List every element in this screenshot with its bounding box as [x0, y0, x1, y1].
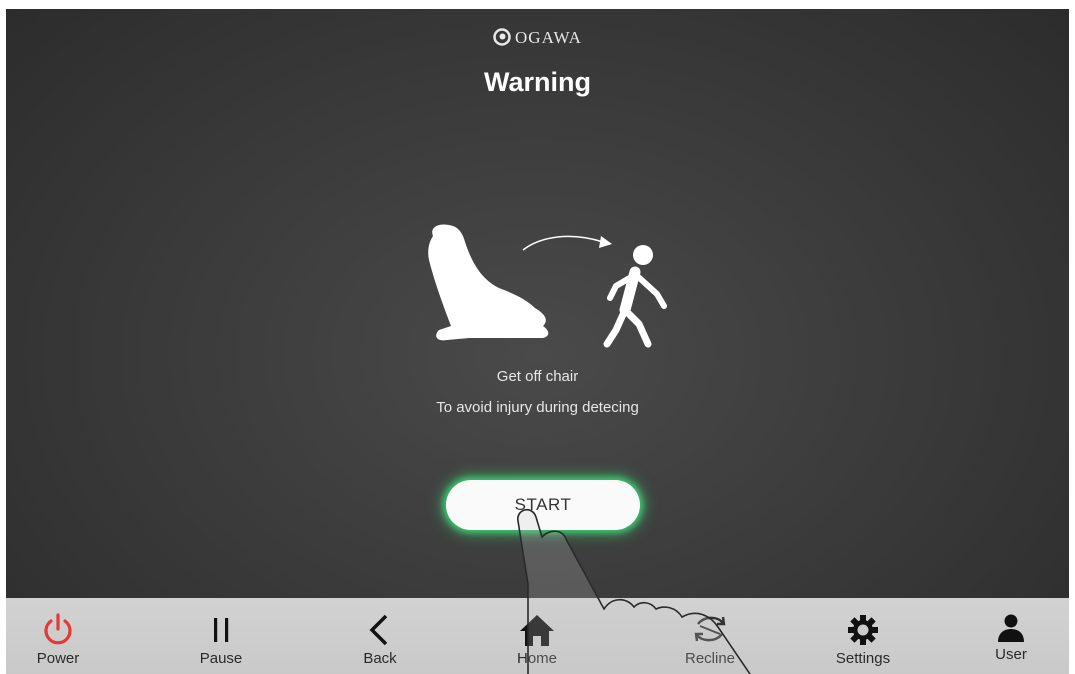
user-icon: [991, 612, 1031, 648]
nav-user-label: User: [995, 646, 1027, 663]
power-icon: [38, 612, 78, 648]
nav-back-label: Back: [363, 650, 397, 667]
nav-recline-button[interactable]: Recline: [645, 598, 775, 674]
ogawa-logo-icon: [493, 28, 511, 51]
nav-home-button[interactable]: Home: [472, 598, 602, 674]
arrow-icon: [522, 235, 612, 251]
get-off-chair-illustration: [411, 214, 681, 354]
massage-chair-icon: [428, 224, 549, 341]
nav-power-label: Power: [36, 650, 80, 667]
back-icon: [360, 612, 400, 648]
nav-home-label: Home: [516, 650, 557, 667]
nav-settings-button[interactable]: Settings: [798, 598, 928, 674]
home-icon: [517, 612, 557, 648]
instruction-line-1: Get off chair: [496, 368, 579, 385]
nav-user-button[interactable]: User: [946, 598, 1069, 674]
nav-power-button[interactable]: Power: [6, 598, 123, 674]
bottom-nav-bar: Power Pause Back Home Recline Settings U…: [6, 598, 1069, 674]
instruction-line-2: To avoid injury during detecing: [436, 399, 639, 416]
nav-settings-label: Settings: [835, 650, 891, 667]
nav-pause-button[interactable]: Pause: [156, 598, 286, 674]
nav-back-button[interactable]: Back: [315, 598, 445, 674]
pause-icon: [201, 612, 241, 648]
nav-pause-label: Pause: [199, 650, 243, 667]
brand-name: OGAWA: [515, 28, 582, 47]
recline-icon: [690, 612, 730, 648]
gear-icon: [843, 612, 883, 648]
page-title: Warning: [484, 67, 591, 97]
warning-screen: OGAWA Warning Get off chair To avoid inj…: [6, 9, 1069, 674]
nav-recline-label: Recline: [684, 650, 736, 667]
brand-logo: OGAWA: [6, 28, 1069, 51]
start-button[interactable]: START: [446, 480, 640, 530]
walking-person-icon: [603, 245, 667, 348]
